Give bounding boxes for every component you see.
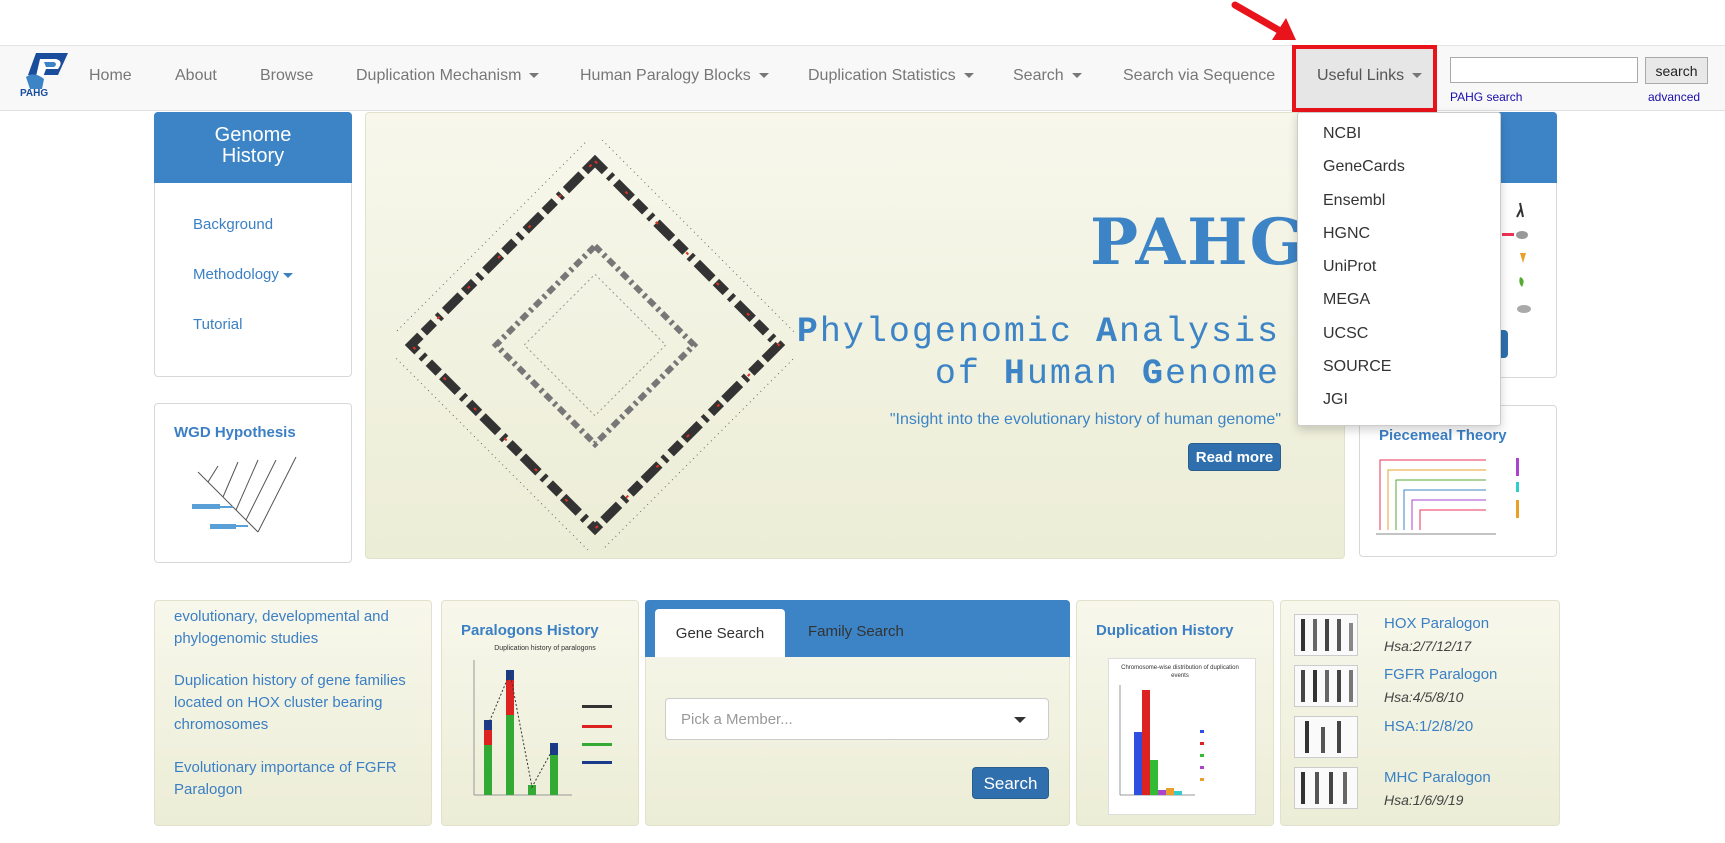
hox-paralogon-thumbnail[interactable] [1294, 614, 1358, 656]
menu-item-mega[interactable]: MEGA [1323, 291, 1370, 309]
chevron-down-icon [1014, 717, 1026, 723]
hero-subtitle-initial-p: P [796, 312, 820, 352]
caret-down-icon [758, 73, 769, 79]
nav-about[interactable]: About [175, 67, 217, 85]
duplication-history-title: Duplication History [1096, 622, 1234, 639]
nav-useful-links[interactable]: Useful Links [1317, 67, 1423, 85]
sidebar-link-tutorial[interactable]: Tutorial [193, 316, 242, 333]
sidebar-link-background[interactable]: Background [193, 216, 273, 233]
news-item-3[interactable]: Evolutionary importance of FGFR Paralogo… [174, 757, 422, 801]
menu-item-genecards[interactable]: GeneCards [1323, 158, 1405, 176]
hero-subtitle-text-2: nalysis [1118, 312, 1280, 352]
nav-search-via-sequence-label: Search via Sequence [1123, 67, 1276, 84]
news-item-2[interactable]: Duplication history of gene families loc… [174, 670, 422, 736]
hero-subtitle-text-5: enome [1164, 354, 1280, 394]
gene-search-button[interactable]: Search [972, 767, 1049, 799]
wgd-title: WGD Hypothesis [174, 424, 296, 441]
hero-subtitle-initial-g: G [1141, 354, 1165, 394]
hero-subtitle-text-4: uman [1026, 354, 1142, 394]
nav-browse-label: Browse [260, 67, 314, 84]
site-search-input[interactable] [1450, 57, 1638, 83]
paralogon-sub-mhc: Hsa:1/6/9/19 [1384, 792, 1464, 808]
hero-subtitle-initial-a: A [1095, 312, 1119, 352]
paralogon-sub-hox: Hsa:2/7/12/17 [1384, 638, 1472, 654]
chromosome-diamond-graphic [395, 140, 795, 550]
nav-duplication-statistics-label: Duplication Statistics [808, 67, 956, 84]
sidebar-link-methodology[interactable]: Methodology [193, 266, 293, 283]
hero-subtitle-text-1: hylogenomic [819, 312, 1096, 352]
nav-browse[interactable]: Browse [260, 67, 313, 85]
hsa-1-2-8-20-thumbnail[interactable] [1294, 716, 1358, 758]
pahg-search-link[interactable]: PAHG search [1450, 90, 1522, 104]
nav-duplication-mechanism[interactable]: Duplication Mechanism [356, 67, 540, 85]
genome-history-header: Genome History [154, 112, 352, 183]
nav-duplication-statistics[interactable]: Duplication Statistics [808, 67, 974, 85]
annotation-arrow-icon [1231, 1, 1296, 40]
piecemeal-title: Piecemeal Theory [1379, 427, 1507, 444]
mhc-paralogon-thumbnail[interactable] [1294, 767, 1358, 809]
menu-item-ensembl[interactable]: Ensembl [1323, 192, 1385, 210]
hero-subtitle-text-3: of [934, 354, 1004, 394]
nav-human-paralogy-blocks[interactable]: Human Paralogy Blocks [580, 67, 769, 85]
site-search-button[interactable]: search [1645, 57, 1708, 84]
fgfr-paralogon-thumbnail[interactable] [1294, 665, 1358, 707]
chromosome-icon [1301, 772, 1347, 804]
logo-text: PAHG [20, 88, 49, 99]
advanced-search-link[interactable]: advanced [1648, 90, 1700, 104]
paralogon-title-fgfr[interactable]: FGFR Paralogon [1384, 666, 1497, 683]
nav-home[interactable]: Home [89, 67, 132, 85]
chromosome-icon [1301, 670, 1353, 702]
menu-item-uniprot[interactable]: UniProt [1323, 258, 1376, 276]
nav-useful-links-label: Useful Links [1317, 67, 1405, 84]
paralogons-history-title: Paralogons History [461, 622, 599, 639]
wgd-tree-diagram [192, 456, 297, 533]
nav-human-paralogy-blocks-label: Human Paralogy Blocks [580, 67, 751, 84]
menu-item-ncbi[interactable]: NCBI [1323, 125, 1361, 143]
menu-item-source[interactable]: SOURCE [1323, 358, 1391, 376]
menu-item-jgi[interactable]: JGI [1323, 391, 1348, 409]
paralogon-title-hox[interactable]: HOX Paralogon [1384, 615, 1489, 632]
member-select-placeholder: Pick a Member... [681, 711, 793, 728]
nav-about-label: About [175, 67, 217, 84]
hero-title: PAHG [1090, 205, 1307, 280]
caret-down-icon [1412, 73, 1423, 79]
duplication-history-chart [1119, 685, 1204, 796]
hero-subtitle-line1: Phylogenomic Analysis [795, 312, 1280, 352]
sidebar-link-methodology-label: Methodology [193, 266, 279, 283]
hero-subtitle-line2: of Human Genome [795, 354, 1280, 394]
menu-item-ucsc[interactable]: UCSC [1323, 325, 1368, 343]
duplication-history-chart-title: Chromosome-wise distribution of duplicat… [1121, 665, 1239, 679]
read-more-button[interactable]: Read more [1188, 443, 1281, 471]
nav-duplication-mechanism-label: Duplication Mechanism [356, 67, 522, 84]
caret-down-icon [282, 272, 293, 278]
caret-down-icon [529, 73, 540, 79]
paralogons-history-chart-title: Duplication history of paralogons [494, 645, 596, 652]
useful-links-dropdown: NCBI GeneCards Ensembl HGNC UniProt MEGA… [1297, 112, 1501, 426]
tab-gene-search[interactable]: Gene Search [655, 609, 785, 657]
hero-subtitle-initial-h: H [1003, 354, 1027, 394]
hero-tagline: "Insight into the evolutionary history o… [889, 411, 1281, 428]
news-item-1[interactable]: evolutionary, developmental and phylogen… [174, 606, 422, 650]
paralogons-history-chart [473, 660, 612, 796]
caret-down-icon [1071, 73, 1082, 79]
nav-search[interactable]: Search [1013, 67, 1082, 85]
tab-family-search[interactable]: Family Search [808, 623, 904, 640]
nav-search-label: Search [1013, 67, 1064, 84]
caret-down-icon [963, 73, 974, 79]
genome-history-title: Genome History [214, 124, 292, 167]
chromosome-icon [1305, 721, 1341, 753]
nav-home-label: Home [89, 67, 132, 84]
paralogon-sub-fgfr: Hsa:4/5/8/10 [1384, 689, 1464, 705]
chromosome-icon [1301, 619, 1353, 651]
paralogon-title-mhc[interactable]: MHC Paralogon [1384, 769, 1491, 786]
menu-item-hgnc[interactable]: HGNC [1323, 225, 1370, 243]
nav-search-via-sequence[interactable]: Search via Sequence [1123, 67, 1275, 85]
piecemeal-tree-diagram [1376, 458, 1519, 535]
paralogon-title-hsa-1-2-8-20[interactable]: HSA:1/2/8/20 [1384, 718, 1473, 735]
member-select[interactable]: Pick a Member... [665, 698, 1049, 740]
